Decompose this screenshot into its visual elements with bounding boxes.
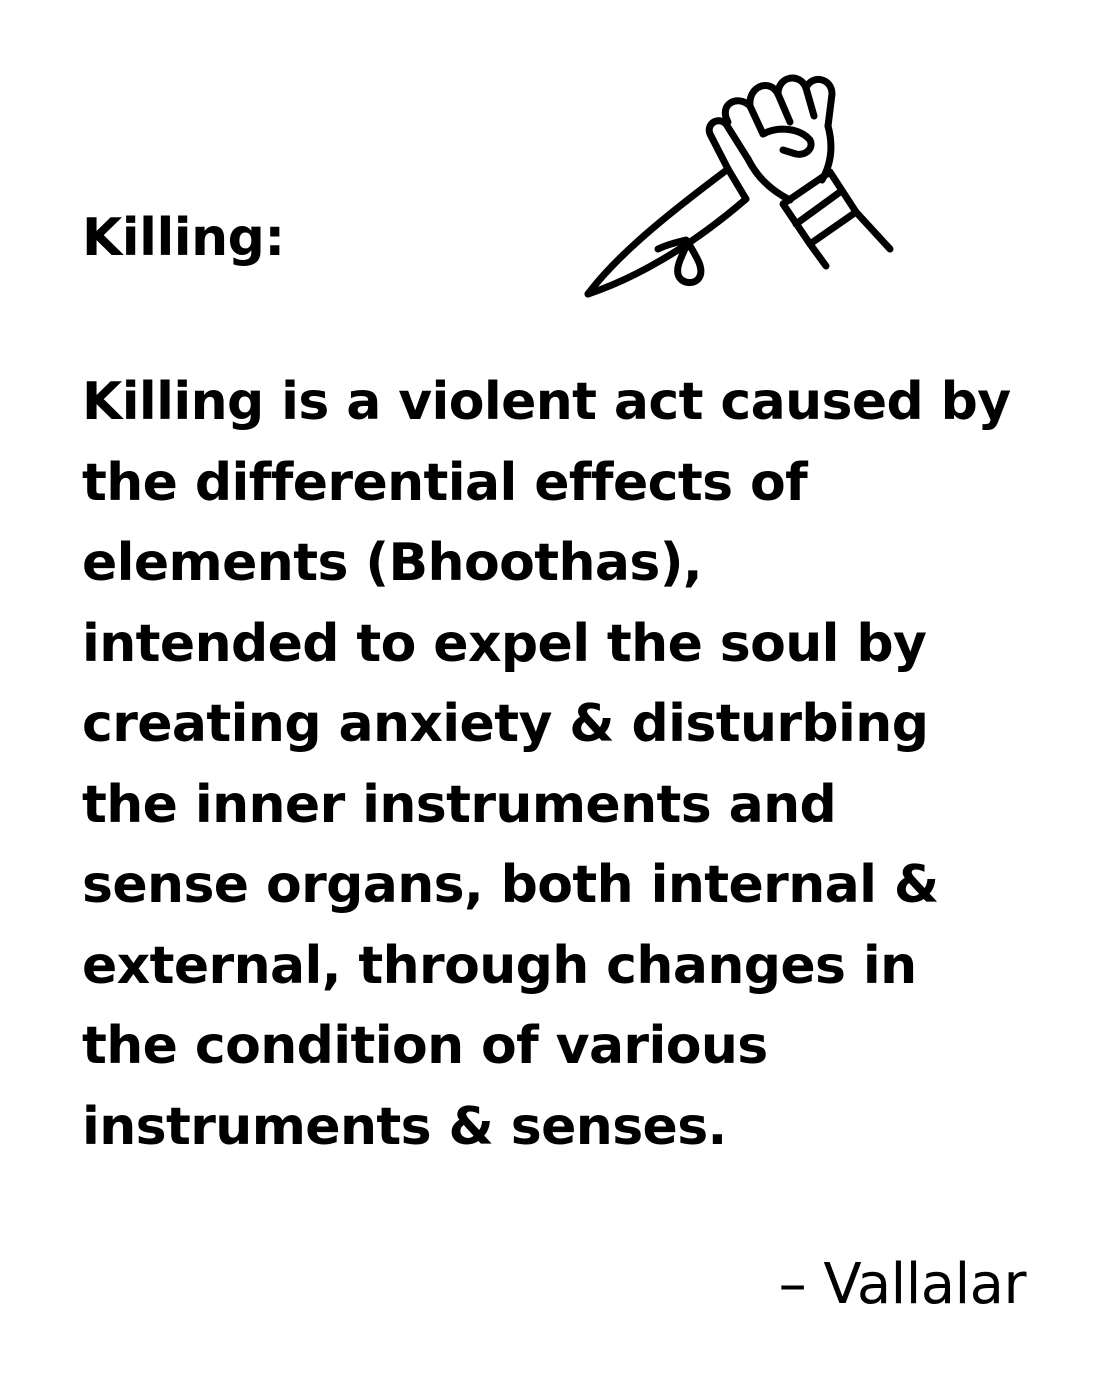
quote-heading: Killing:	[82, 208, 285, 268]
quote-line: external, through changes in	[82, 935, 917, 996]
quote-line: elements (Bhoothas),	[82, 533, 703, 593]
quote-line: the inner instruments and	[82, 774, 837, 835]
quote-attribution: – Vallalar	[778, 1252, 1027, 1317]
quote-line: sense organs, both internal &	[82, 855, 939, 915]
quote-line: the differential effects of	[82, 452, 808, 513]
quote-line: creating anxiety & disturbing	[82, 694, 929, 754]
quote-card: Killing: Killing is a violent act caused…	[0, 0, 1100, 1400]
quote-body: Killing is a violent act caused by the d…	[82, 362, 1042, 1167]
quote-line: Killing is a violent act caused by	[82, 372, 1011, 432]
quote-line: intended to expel the soul by	[82, 613, 927, 674]
hand-holding-bloody-knife-icon	[584, 74, 894, 298]
quote-line: the condition of various	[82, 1016, 768, 1076]
quote-line: instruments & senses.	[82, 1096, 727, 1157]
